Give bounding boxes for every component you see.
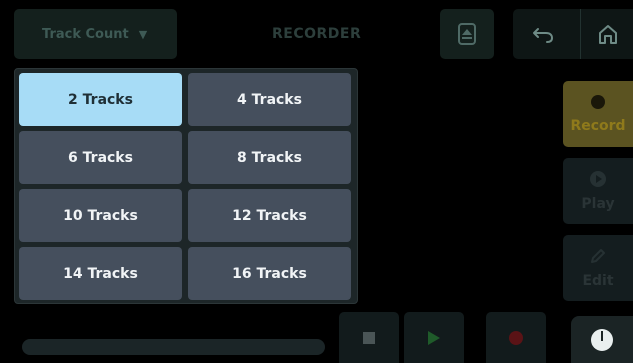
play-icon — [428, 330, 440, 345]
record-icon — [509, 330, 523, 345]
eject-button[interactable] — [440, 9, 494, 59]
tile-16-tracks[interactable]: 16 Tracks — [188, 247, 351, 300]
pencil-icon — [591, 249, 605, 263]
track-count-panel: 2 Tracks 4 Tracks 6 Tracks 8 Tracks 10 T… — [14, 68, 358, 304]
meter-button[interactable] — [571, 316, 633, 363]
tile-10-tracks[interactable]: 10 Tracks — [19, 189, 182, 242]
record-icon — [591, 95, 605, 109]
home-button[interactable] — [588, 18, 628, 50]
play-button[interactable] — [404, 312, 464, 363]
stop-icon — [363, 331, 375, 344]
tile-2-tracks[interactable]: 2 Tracks — [19, 73, 182, 126]
meter-icon — [591, 328, 613, 351]
eject-icon — [458, 23, 476, 45]
track-count-dropdown[interactable]: Track Count ▼ — [14, 9, 177, 59]
record-button[interactable] — [486, 312, 546, 363]
undo-button[interactable] — [523, 18, 563, 50]
tile-6-tracks[interactable]: 6 Tracks — [19, 131, 182, 184]
progress-bar[interactable] — [22, 339, 325, 355]
play-mode-button[interactable]: Play — [563, 158, 633, 224]
tile-8-tracks[interactable]: 8 Tracks — [188, 131, 351, 184]
play-label: Play — [581, 196, 615, 212]
undo-icon — [533, 28, 554, 43]
tile-14-tracks[interactable]: 14 Tracks — [19, 247, 182, 300]
nav-divider — [580, 9, 581, 59]
edit-label: Edit — [582, 273, 614, 289]
tile-4-tracks[interactable]: 4 Tracks — [188, 73, 351, 126]
stop-button[interactable] — [339, 312, 399, 363]
record-label: Record — [570, 118, 626, 134]
edit-mode-button[interactable]: Edit — [563, 235, 633, 301]
home-icon — [599, 25, 617, 44]
tile-12-tracks[interactable]: 12 Tracks — [188, 189, 351, 242]
page-title: RECORDER — [272, 26, 362, 42]
play-icon — [590, 171, 606, 187]
track-count-label: Track Count — [42, 26, 129, 42]
chevron-down-icon: ▼ — [138, 27, 148, 41]
record-mode-button[interactable]: Record — [563, 81, 633, 147]
